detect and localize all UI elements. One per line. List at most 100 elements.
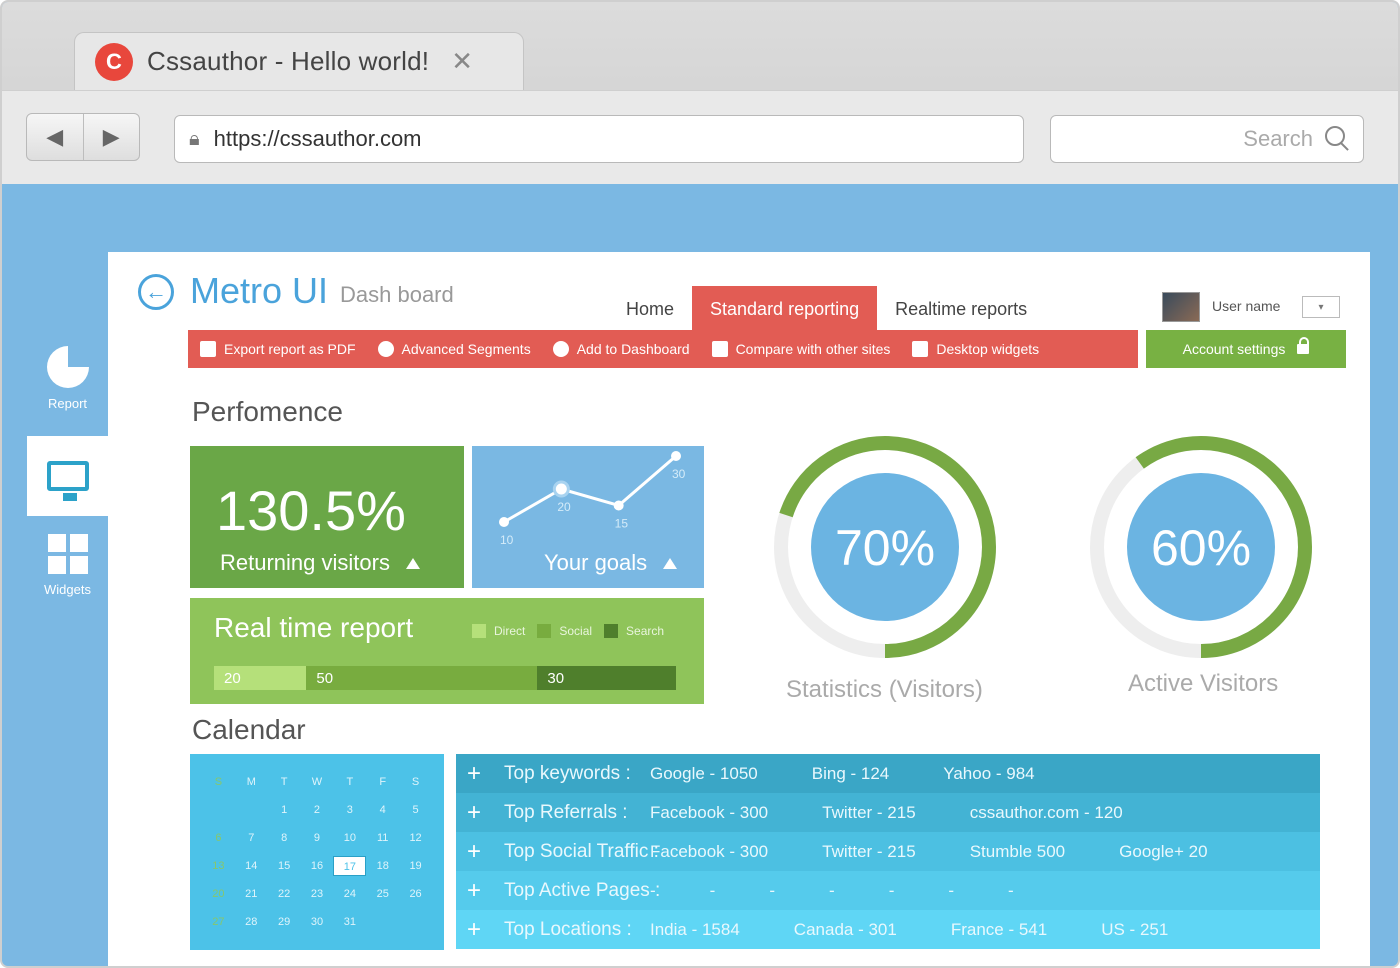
calendar-day[interactable]: 2 [301, 800, 334, 820]
calendar-day[interactable]: 12 [399, 828, 432, 848]
calendar-day[interactable]: 3 [333, 800, 366, 820]
stat-value: US - 251 [1101, 919, 1169, 939]
add-to-dashboard-button[interactable]: Add to Dashboard [552, 341, 690, 357]
stat-value: - [829, 880, 835, 900]
forward-button[interactable]: ▶ [82, 114, 140, 160]
statistics-caption: Statistics (Visitors) [786, 676, 983, 703]
calendar-day[interactable]: 21 [235, 884, 268, 904]
toolbar-label: Export report as PDF [224, 341, 356, 357]
advanced-segments-button[interactable]: Advanced Segments [377, 341, 531, 357]
browser-search-input[interactable]: Search [1050, 115, 1364, 163]
expand-plus-icon[interactable]: + [456, 838, 492, 866]
calendar-day[interactable]: 1 [268, 800, 301, 820]
dashboard-panel: ← Metro UI Dash board Home Standard repo… [108, 252, 1370, 966]
donut-chart: 70% [774, 436, 996, 658]
calendar-day[interactable]: 17 [333, 856, 367, 876]
search-placeholder: Search [1243, 126, 1313, 151]
calendar-day[interactable]: 13 [202, 856, 235, 876]
browser-window: C Cssauthor - Hello world! ✕ ◀ ▶ 🔒︎ http… [0, 0, 1400, 968]
expand-plus-icon[interactable]: + [456, 799, 492, 827]
calendar-day[interactable]: 20 [202, 884, 235, 904]
page-subtitle: Dash board [340, 282, 454, 307]
stat-value: Twitter - 215 [822, 841, 916, 861]
calendar-day[interactable]: 11 [366, 828, 399, 848]
calendar-day[interactable]: 16 [301, 856, 334, 876]
nav-home[interactable]: Home [608, 286, 692, 332]
calendar-weekday: S [411, 776, 420, 788]
stat-value: - [709, 880, 716, 900]
calendar-weekday: T [280, 776, 288, 788]
active-visitors-donut[interactable]: 60% [1088, 434, 1314, 665]
user-menu-dropdown[interactable]: ▾ [1302, 296, 1340, 318]
calendar-day[interactable]: 27 [202, 912, 235, 932]
goals-point[interactable] [671, 451, 681, 461]
goals-point[interactable] [552, 480, 570, 498]
calendar-day[interactable]: 31 [333, 912, 366, 932]
calendar-day[interactable]: 14 [235, 856, 268, 876]
calendar-day[interactable]: 25 [366, 884, 399, 904]
goals-point[interactable] [499, 517, 509, 527]
calendar-day[interactable]: 10 [333, 828, 366, 848]
calendar-day[interactable]: 8 [268, 828, 301, 848]
stat-value: Google+ 20 [1119, 841, 1208, 861]
compare-sites-button[interactable]: Compare with other sites [711, 341, 890, 357]
sidebar-item-dashboard[interactable] [27, 436, 108, 516]
calendar-day[interactable]: 7 [235, 828, 268, 848]
avatar[interactable] [1162, 292, 1200, 322]
account-settings-label: Account settings [1182, 341, 1286, 357]
export-pdf-button[interactable]: Export report as PDF [200, 341, 356, 357]
calendar-day[interactable]: 30 [301, 912, 334, 932]
account-settings-button[interactable]: Account settings [1146, 330, 1346, 368]
calendar-day[interactable]: 24 [333, 884, 366, 904]
sidebar-item-report[interactable]: Report [27, 346, 108, 426]
sidebar-item-widgets[interactable]: Widgets [27, 534, 108, 614]
back-button[interactable]: ◀ [27, 114, 83, 160]
calendar-day[interactable]: 23 [301, 884, 334, 904]
document-icon [200, 341, 216, 357]
legend-label: Search [626, 624, 665, 638]
search-icon[interactable] [1325, 126, 1351, 152]
calendar-day[interactable]: 9 [301, 828, 334, 848]
goals-tile[interactable]: 10 20 15 30 Your goals [472, 446, 704, 588]
stat-value: - [650, 880, 656, 900]
calendar-day[interactable]: 29 [268, 912, 301, 932]
statistics-donut[interactable]: 70% [772, 434, 998, 665]
calendar-day[interactable]: 26 [399, 884, 432, 904]
stat-row: + Top Referrals : Facebook - 300 Twitter - … [456, 793, 1320, 832]
top-navigation: Home Standard reporting Realtime reports [608, 286, 1045, 332]
stat-row: + Top Social Traffic : Facebook - 300 Twitt… [456, 832, 1320, 871]
calendar-day[interactable]: 5 [399, 800, 432, 820]
report-toolbar: Export report as PDF Advanced Segments A… [188, 330, 1138, 368]
expand-plus-icon[interactable]: + [456, 760, 492, 788]
close-tab-icon[interactable]: ✕ [451, 46, 473, 77]
goals-point[interactable] [613, 500, 624, 511]
toolbar-label: Add to Dashboard [576, 341, 690, 357]
expand-plus-icon[interactable]: + [456, 916, 492, 944]
add-circle-icon [552, 341, 569, 357]
realtime-legend: Direct Social Search [472, 624, 676, 638]
browser-chrome: C Cssauthor - Hello world! ✕ ◀ ▶ 🔒︎ http… [2, 2, 1398, 184]
calendar-icon [912, 341, 929, 357]
returning-visitors-tile[interactable]: 130.5% Returning visitors [190, 446, 464, 588]
calendar-day[interactable]: 18 [366, 856, 399, 876]
legend-item-direct: Direct [472, 624, 525, 638]
calendar-day[interactable]: 22 [268, 884, 301, 904]
expand-plus-icon[interactable]: + [456, 877, 492, 905]
stat-value: Canada - 301 [793, 919, 897, 939]
browser-tab[interactable]: C Cssauthor - Hello world! ✕ [74, 32, 524, 90]
goals-label: Your goals [544, 550, 648, 575]
address-bar[interactable]: 🔒︎ https://cssauthor.com [174, 115, 1024, 163]
calendar-day[interactable]: 28 [235, 912, 268, 932]
stat-value: Twitter - 215 [822, 802, 916, 822]
goals-caption: Your goals [544, 550, 678, 576]
calendar-day[interactable]: 15 [268, 856, 301, 876]
back-arrow-icon[interactable]: ← [138, 274, 174, 310]
nav-standard-reporting[interactable]: Standard reporting [692, 286, 878, 332]
calendar-day[interactable]: 19 [399, 856, 432, 876]
calendar-day[interactable]: 4 [366, 800, 399, 820]
realtime-report-tile[interactable]: Real time report Direct Social Search 20… [190, 598, 704, 704]
nav-realtime-reports[interactable]: Realtime reports [877, 286, 1045, 332]
calendar-day[interactable]: 6 [202, 828, 235, 848]
calendar-grid: S M T W T F S 1 2 3 4 5 6 7 8 9 10 11 12 13 14 15 16 17 18 19 20 21… [202, 772, 432, 932]
desktop-widgets-button[interactable]: Desktop widgets [912, 341, 1039, 357]
